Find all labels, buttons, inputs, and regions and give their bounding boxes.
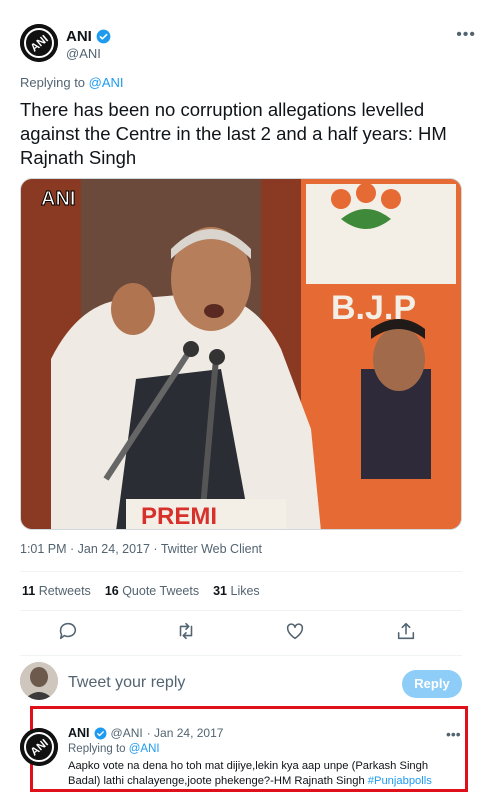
author-handle[interactable]: @ANI: [66, 46, 101, 61]
divider: [20, 655, 462, 656]
more-options-icon[interactable]: •••: [456, 26, 476, 44]
quotes-stat[interactable]: 16 Quote Tweets: [105, 584, 199, 598]
reply-date[interactable]: · Jan 24, 2017: [147, 726, 224, 740]
replying-to-link[interactable]: @ANI: [89, 75, 124, 90]
tweet-text: There has been no corruption allegations…: [20, 99, 447, 168]
media-podium-text: PREMI: [141, 503, 217, 530]
retweets-label: Retweets: [38, 584, 91, 598]
quotes-label: Quote Tweets: [122, 584, 200, 598]
tweet-header: ANI ANI @ANI •••: [20, 24, 482, 64]
verified-badge-icon: [96, 29, 111, 44]
more-options-icon[interactable]: •••: [446, 726, 461, 742]
likes-stat[interactable]: 31 Likes: [213, 584, 260, 598]
replying-to: Replying to @ANI: [20, 75, 124, 90]
author-name-row[interactable]: ANI: [66, 28, 111, 45]
divider: [20, 571, 462, 572]
retweet-icon[interactable]: [175, 620, 197, 642]
reply-input[interactable]: Tweet your reply: [68, 674, 185, 692]
reply-header: ANI @ANI · Jan 24, 2017: [68, 726, 223, 740]
reply-icon[interactable]: [57, 620, 79, 642]
retweets-stat[interactable]: 11 Retweets: [22, 584, 91, 598]
quotes-count: 16: [104, 584, 119, 598]
avatar[interactable]: ANI: [20, 24, 58, 62]
tweet-photo[interactable]: B.J.P PREMI ANI: [20, 178, 462, 530]
hashtag-link[interactable]: #Punjabpolls: [368, 775, 432, 787]
user-avatar[interactable]: [20, 662, 58, 700]
tweet-timestamp[interactable]: 1:01 PM · Jan 24, 2017 · Twitter Web Cli…: [20, 542, 262, 556]
verified-badge-icon: [94, 727, 106, 739]
reply-button[interactable]: Reply: [402, 670, 462, 698]
reply-replying-link[interactable]: @ANI: [129, 743, 160, 755]
likes-count: 31: [213, 584, 228, 598]
like-icon[interactable]: [284, 620, 306, 642]
media-watermark: ANI: [41, 188, 75, 210]
retweets-count: 11: [22, 584, 36, 598]
author-name[interactable]: ANI: [66, 28, 92, 45]
reply-composer: Tweet your reply Reply: [20, 662, 462, 706]
likes-label: Likes: [230, 584, 260, 598]
reply-text: Aapko vote na dena ho toh mat dijiye,lek…: [68, 759, 460, 789]
share-icon[interactable]: [395, 620, 417, 642]
reply-author-name[interactable]: ANI: [68, 726, 90, 740]
reply-author-avatar[interactable]: ANI: [20, 728, 58, 766]
tweet-detail: ANI ANI @ANI ••• Replying to @ANI There …: [0, 0, 502, 797]
engagement-stats: 11 Retweets 16 Quote Tweets 31 Likes: [22, 584, 260, 598]
reply-author-handle[interactable]: @ANI: [111, 726, 143, 740]
reply-replying-prefix: Replying to: [68, 743, 126, 755]
divider: [20, 610, 462, 611]
action-bar: [20, 620, 462, 644]
replying-prefix: Replying to: [20, 75, 86, 90]
reply-replying-to: Replying to @ANI: [68, 743, 160, 755]
